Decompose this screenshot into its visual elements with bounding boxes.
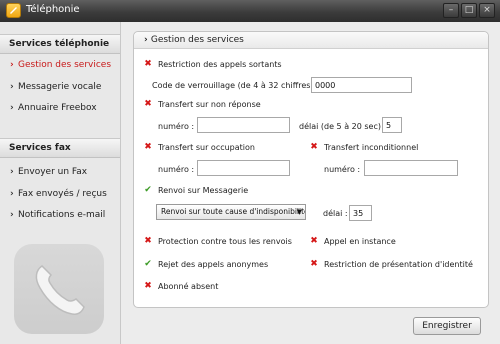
chevron-right-icon: › bbox=[10, 60, 14, 70]
chevron-right-icon: › bbox=[10, 103, 14, 113]
numero-label: numéro : bbox=[158, 165, 195, 174]
numero-inconditionnel-input[interactable] bbox=[364, 160, 458, 176]
delai-label: délai : bbox=[323, 209, 348, 218]
cross-icon[interactable]: ✖ bbox=[144, 282, 152, 291]
cross-icon[interactable]: ✖ bbox=[144, 143, 152, 152]
sidebar: Services téléphonie › Gestion des service… bbox=[0, 22, 121, 344]
nav-label: Annuaire Freebox bbox=[18, 103, 97, 113]
numero-label: numéro : bbox=[324, 165, 361, 174]
close-button[interactable]: × bbox=[479, 3, 495, 18]
check-icon[interactable]: ✔ bbox=[144, 186, 152, 195]
nav-messagerie-vocale[interactable]: › Messagerie vocale bbox=[10, 82, 101, 92]
cross-icon[interactable]: ✖ bbox=[310, 237, 318, 246]
option-abonne-absent[interactable]: Abonné absent bbox=[158, 282, 218, 291]
cross-icon[interactable]: ✖ bbox=[310, 143, 318, 152]
chevron-right-icon: › bbox=[10, 167, 14, 177]
chevron-right-icon: › bbox=[10, 210, 14, 220]
nav-fax-envoyes-recus[interactable]: › Fax envoyés / reçus bbox=[10, 189, 107, 199]
renvoi-cause-value: Renvoi sur toute cause d'indisponibilité bbox=[161, 207, 306, 216]
panel-header: › Gestion des services bbox=[134, 32, 488, 49]
nav-label: Gestion des services bbox=[18, 60, 112, 70]
check-icon[interactable]: ✔ bbox=[144, 260, 152, 269]
chevron-right-icon: › bbox=[10, 82, 14, 92]
cross-icon[interactable]: ✖ bbox=[144, 100, 152, 109]
chevron-right-icon: › bbox=[10, 189, 14, 199]
option-protection-renvois[interactable]: Protection contre tous les renvois bbox=[158, 237, 292, 246]
nav-annuaire-freebox[interactable]: › Annuaire Freebox bbox=[10, 103, 97, 113]
cross-icon[interactable]: ✖ bbox=[144, 237, 152, 246]
option-renvoi-messagerie[interactable]: Renvoi sur Messagerie bbox=[158, 186, 248, 195]
section-services-telephonie: Services téléphonie bbox=[0, 34, 120, 54]
panel-title: › Gestion des services bbox=[144, 35, 244, 45]
section-services-fax: Services fax bbox=[0, 138, 120, 158]
nav-envoyer-un-fax[interactable]: › Envoyer un Fax bbox=[10, 167, 87, 177]
nav-label: Messagerie vocale bbox=[18, 82, 102, 92]
window-title: Téléphonie bbox=[26, 4, 80, 15]
cross-icon[interactable]: ✖ bbox=[144, 60, 152, 69]
code-verrouillage-label: Code de verrouillage (de 4 à 32 chiffres… bbox=[152, 81, 319, 90]
numero-occupation-input[interactable] bbox=[197, 160, 290, 176]
delai-label: délai (de 5 à 20 sec) : bbox=[299, 122, 387, 131]
chevron-down-icon: ▼ bbox=[296, 208, 302, 216]
save-button[interactable]: Enregistrer bbox=[413, 317, 481, 335]
nav-notifications-email[interactable]: › Notifications e-mail bbox=[10, 210, 105, 220]
option-appel-en-instance[interactable]: Appel en instance bbox=[324, 237, 396, 246]
minimize-button[interactable]: – bbox=[443, 3, 459, 18]
numero-label: numéro : bbox=[158, 122, 195, 131]
option-restriction-appels-sortants[interactable]: Restriction des appels sortants bbox=[158, 60, 282, 69]
maximize-button[interactable]: □ bbox=[461, 3, 477, 18]
option-transfert-non-reponse[interactable]: Transfert sur non réponse bbox=[158, 100, 261, 109]
delai-messagerie-input[interactable] bbox=[349, 205, 372, 221]
cross-icon[interactable]: ✖ bbox=[310, 260, 318, 269]
nav-label: Notifications e-mail bbox=[18, 210, 106, 220]
phone-watermark-icon bbox=[14, 244, 104, 334]
nav-label: Envoyer un Fax bbox=[18, 167, 88, 177]
code-verrouillage-input[interactable] bbox=[311, 77, 412, 93]
telephonie-window: Téléphonie – □ × Services téléphonie › Ge… bbox=[0, 0, 500, 344]
option-rejet-appels-anonymes[interactable]: Rejet des appels anonymes bbox=[158, 260, 268, 269]
option-transfert-inconditionnel[interactable]: Transfert inconditionnel bbox=[324, 143, 418, 152]
option-transfert-occupation[interactable]: Transfert sur occupation bbox=[158, 143, 255, 152]
title-bar: Téléphonie – □ × bbox=[0, 0, 500, 22]
panel-title-text: Gestion des services bbox=[150, 35, 244, 45]
renvoi-cause-select[interactable]: Renvoi sur toute cause d'indisponibilité… bbox=[156, 204, 306, 220]
nav-gestion-des-services[interactable]: › Gestion des services bbox=[10, 60, 111, 70]
option-restriction-presentation-identite[interactable]: Restriction de présentation d'identité bbox=[324, 260, 473, 269]
chevron-right-icon: › bbox=[144, 35, 151, 45]
nav-label: Fax envoyés / reçus bbox=[18, 189, 107, 199]
numero-non-reponse-input[interactable] bbox=[197, 117, 290, 133]
app-icon bbox=[6, 3, 21, 18]
delai-non-reponse-input[interactable] bbox=[382, 117, 402, 133]
